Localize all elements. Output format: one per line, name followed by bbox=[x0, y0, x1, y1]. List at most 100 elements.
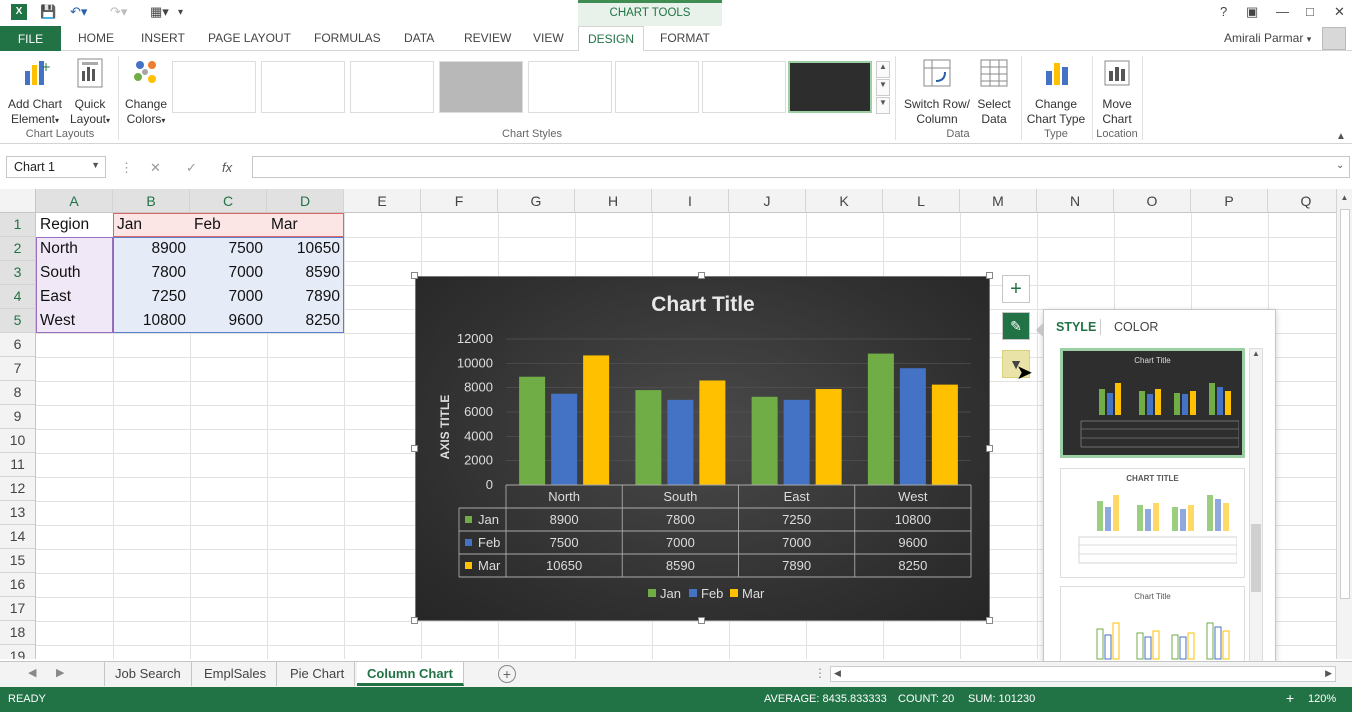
pane-scroll-up-icon[interactable]: ▲ bbox=[1250, 349, 1262, 358]
style-option-1-selected[interactable]: Chart Title bbox=[1060, 348, 1245, 458]
name-box[interactable]: Chart 1▼ bbox=[6, 156, 106, 178]
bar-feb-east[interactable] bbox=[784, 400, 810, 485]
cell-b2[interactable]: 8900 bbox=[113, 237, 190, 261]
row-header-9[interactable]: 9 bbox=[0, 405, 36, 429]
bar-jan-north[interactable] bbox=[519, 377, 545, 485]
column-header-l[interactable]: L bbox=[883, 189, 960, 213]
scroll-up-icon[interactable]: ▲ bbox=[1337, 193, 1352, 202]
chart-elements-button[interactable]: + bbox=[1002, 275, 1030, 303]
column-header-n[interactable]: N bbox=[1037, 189, 1114, 213]
cell-d4[interactable]: 7890 bbox=[267, 285, 344, 309]
header-cell-b1[interactable]: Jan bbox=[113, 213, 190, 237]
cell-a2[interactable]: North bbox=[36, 237, 113, 261]
gallery-more[interactable]: ▼ bbox=[876, 97, 890, 114]
bar-mar-east[interactable] bbox=[816, 389, 842, 485]
vertical-scrollbar[interactable]: ▲ bbox=[1336, 189, 1352, 659]
row-header-18[interactable]: 18 bbox=[0, 621, 36, 645]
gallery-scroll-up[interactable]: ▲ bbox=[876, 61, 890, 78]
chart-styles-button[interactable]: ✎ bbox=[1002, 312, 1030, 340]
chart-style-6[interactable] bbox=[615, 61, 699, 113]
row-header-10[interactable]: 10 bbox=[0, 429, 36, 453]
cell-c3[interactable]: 7000 bbox=[190, 261, 267, 285]
chart-style-5[interactable] bbox=[528, 61, 612, 113]
chart-style-7[interactable] bbox=[702, 61, 786, 113]
column-header-k[interactable]: K bbox=[806, 189, 883, 213]
ribbon-display-icon[interactable]: ▣ bbox=[1246, 4, 1258, 20]
add-chart-element-button[interactable]: + Add Chart Element▾ bbox=[4, 57, 66, 128]
horizontal-scrollbar[interactable]: ◀ ▶ bbox=[830, 666, 1336, 682]
column-header-p[interactable]: P bbox=[1191, 189, 1268, 213]
tab-formulas[interactable]: FORMULAS bbox=[314, 31, 381, 45]
row-header-14[interactable]: 14 bbox=[0, 525, 36, 549]
prev-sheet-icon[interactable]: ◀ bbox=[28, 666, 36, 679]
header-cell-c1[interactable]: Feb bbox=[190, 213, 267, 237]
resize-handle-r[interactable] bbox=[986, 445, 993, 452]
column-header-i[interactable]: I bbox=[652, 189, 729, 213]
formula-input[interactable] bbox=[252, 156, 1350, 178]
cell-a5[interactable]: West bbox=[36, 309, 113, 333]
resize-handle-l[interactable] bbox=[411, 445, 418, 452]
bar-feb-south[interactable] bbox=[667, 400, 693, 485]
bar-jan-south[interactable] bbox=[635, 390, 661, 485]
tab-review[interactable]: REVIEW bbox=[464, 31, 511, 45]
bar-jan-west[interactable] bbox=[868, 354, 894, 485]
row-header-11[interactable]: 11 bbox=[0, 453, 36, 477]
bar-feb-north[interactable] bbox=[551, 394, 577, 485]
sheet-tab-pie-chart[interactable]: Pie Chart bbox=[280, 662, 355, 686]
row-header-4[interactable]: 4 bbox=[0, 285, 36, 309]
tab-page-layout[interactable]: PAGE LAYOUT bbox=[208, 31, 291, 45]
avatar[interactable] bbox=[1322, 27, 1346, 50]
tab-design[interactable]: DESIGN bbox=[578, 26, 644, 52]
zoom-level[interactable]: 120% bbox=[1308, 693, 1336, 705]
bar-jan-east[interactable] bbox=[752, 397, 778, 485]
bar-mar-west[interactable] bbox=[932, 385, 958, 485]
pane-scrollbar[interactable]: ▲ ▼ bbox=[1249, 348, 1263, 698]
sheet-tab-job-search[interactable]: Job Search bbox=[104, 662, 192, 686]
split-handle-icon[interactable]: ⋮ bbox=[814, 666, 826, 680]
cell-d2[interactable]: 10650 bbox=[267, 237, 344, 261]
tab-home[interactable]: HOME bbox=[78, 31, 114, 45]
cell-c5[interactable]: 9600 bbox=[190, 309, 267, 333]
bar-mar-north[interactable] bbox=[583, 355, 609, 485]
resize-handle-b[interactable] bbox=[698, 617, 705, 624]
row-header-3[interactable]: 3 bbox=[0, 261, 36, 285]
header-cell-a1[interactable]: Region bbox=[36, 213, 113, 237]
column-header-d[interactable]: D bbox=[267, 189, 344, 213]
sheet-tab-column-chart[interactable]: Column Chart bbox=[357, 662, 464, 686]
resize-handle-br[interactable] bbox=[986, 617, 993, 624]
legend-label-feb[interactable]: Feb bbox=[701, 586, 723, 601]
chart-style-8-selected[interactable] bbox=[788, 61, 872, 113]
y-axis-title[interactable]: AXIS TITLE bbox=[438, 395, 452, 460]
column-header-c[interactable]: C bbox=[190, 189, 267, 213]
cell-a3[interactable]: South bbox=[36, 261, 113, 285]
enter-icon[interactable]: ✓ bbox=[186, 160, 197, 176]
select-data-button[interactable]: Select Data bbox=[972, 57, 1016, 127]
tab-file[interactable]: FILE bbox=[0, 26, 61, 51]
resize-handle-bl[interactable] bbox=[411, 617, 418, 624]
scroll-thumb[interactable] bbox=[1340, 209, 1350, 599]
resize-handle-tr[interactable] bbox=[986, 272, 993, 279]
cancel-icon[interactable]: ✕ bbox=[150, 160, 161, 176]
row-header-12[interactable]: 12 bbox=[0, 477, 36, 501]
next-sheet-icon[interactable]: ▶ bbox=[56, 666, 64, 679]
collapse-ribbon-icon[interactable]: ▲ bbox=[1336, 131, 1346, 142]
tab-view[interactable]: VIEW bbox=[533, 31, 564, 45]
pane-scroll-thumb[interactable] bbox=[1251, 524, 1261, 592]
row-header-6[interactable]: 6 bbox=[0, 333, 36, 357]
user-name[interactable]: Amirali Parmar ▾ bbox=[1224, 31, 1311, 45]
chart-title[interactable]: Chart Title bbox=[651, 293, 754, 316]
style-option-2[interactable]: CHART TITLE bbox=[1060, 468, 1245, 578]
row-header-15[interactable]: 15 bbox=[0, 549, 36, 573]
column-header-e[interactable]: E bbox=[344, 189, 421, 213]
tab-data[interactable]: DATA bbox=[404, 31, 434, 45]
minimize-button[interactable]: — bbox=[1276, 4, 1289, 19]
row-header-19[interactable]: 19 bbox=[0, 645, 36, 659]
bar-feb-west[interactable] bbox=[900, 368, 926, 485]
cell-d5[interactable]: 8250 bbox=[267, 309, 344, 333]
column-header-g[interactable]: G bbox=[498, 189, 575, 213]
select-all-corner[interactable] bbox=[0, 189, 36, 213]
legend-label-jan[interactable]: Jan bbox=[660, 586, 681, 601]
chart-style-4[interactable] bbox=[439, 61, 523, 113]
hscroll-left-icon[interactable]: ◀ bbox=[834, 668, 841, 679]
row-header-5[interactable]: 5 bbox=[0, 309, 36, 333]
